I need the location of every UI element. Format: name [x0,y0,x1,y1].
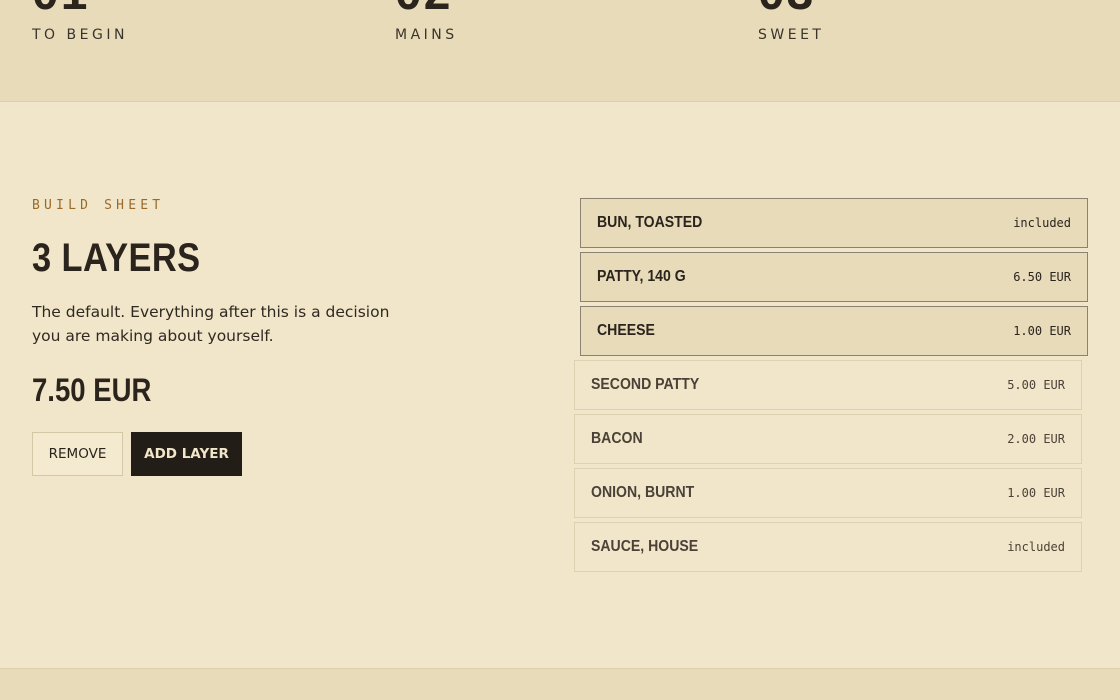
course-number: 03 [758,0,815,18]
layer-price: 1.00 EUR [1007,486,1065,500]
layer-name: ONION, BURNT [591,484,695,501]
layer-name: SECOND PATTY [591,376,700,393]
layer-price: 5.00 EUR [1007,378,1065,392]
layer-price: 1.00 EUR [1013,324,1071,338]
add-layer-button[interactable]: ADD LAYER [131,432,242,476]
layer-name: BACON [591,430,643,447]
course-number: 02 [395,0,452,18]
footer-band [0,668,1120,700]
layer-onion-burnt[interactable]: ONION, BURNT 1.00 EUR [574,468,1082,518]
remove-layer-button[interactable]: REMOVE [32,432,123,476]
layer-name: BUN, TOASTED [597,214,703,231]
layer-name: SAUCE, HOUSE [591,538,699,555]
build-description: The default. Everything after this is a … [32,303,390,345]
layer-price: 6.50 EUR [1013,270,1071,284]
layer-bacon[interactable]: BACON 2.00 EUR [574,414,1082,464]
course-nav: 01 TO BEGIN 02 MAINS 03 SWEET [0,0,1120,102]
layer-patty[interactable]: PATTY, 140 G 6.50 EUR [580,252,1088,302]
course-label: TO BEGIN [32,27,128,43]
layer-bun-toasted[interactable]: BUN, TOASTED included [580,198,1088,248]
layer-name: PATTY, 140 G [597,268,686,285]
layer-cheese[interactable]: CHEESE 1.00 EUR [580,306,1088,356]
layer-price: 2.00 EUR [1007,432,1065,446]
layer-sauce-house[interactable]: SAUCE, HOUSE included [574,522,1082,572]
layer-name: CHEESE [597,322,655,339]
section-eyebrow: BUILD SHEET [32,198,165,213]
layer-price: included [1013,216,1071,230]
course-number: 01 [32,0,89,18]
build-total-price: 7.50 EUR [32,372,152,408]
course-label: MAINS [395,27,458,43]
layer-price: included [1007,540,1065,554]
course-label: SWEET [758,27,825,43]
layer-second-patty[interactable]: SECOND PATTY 5.00 EUR [574,360,1082,410]
page-title: 3 LAYERS [32,236,201,280]
